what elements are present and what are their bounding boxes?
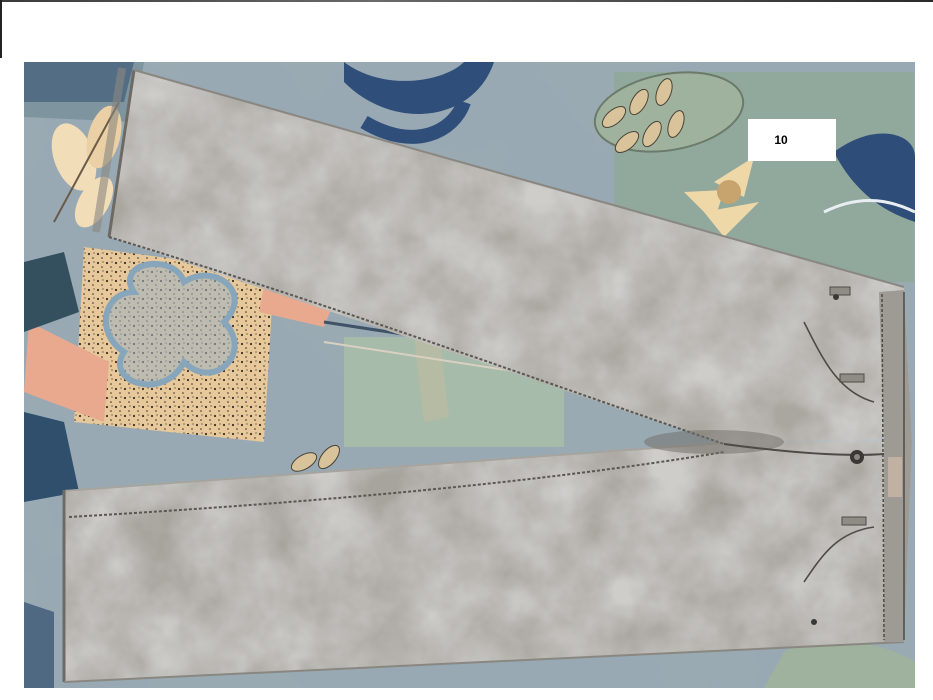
left-border: [0, 0, 2, 58]
image-label: 10: [774, 133, 788, 147]
image-label-box: 10: [748, 119, 836, 161]
top-border: [0, 0, 933, 2]
